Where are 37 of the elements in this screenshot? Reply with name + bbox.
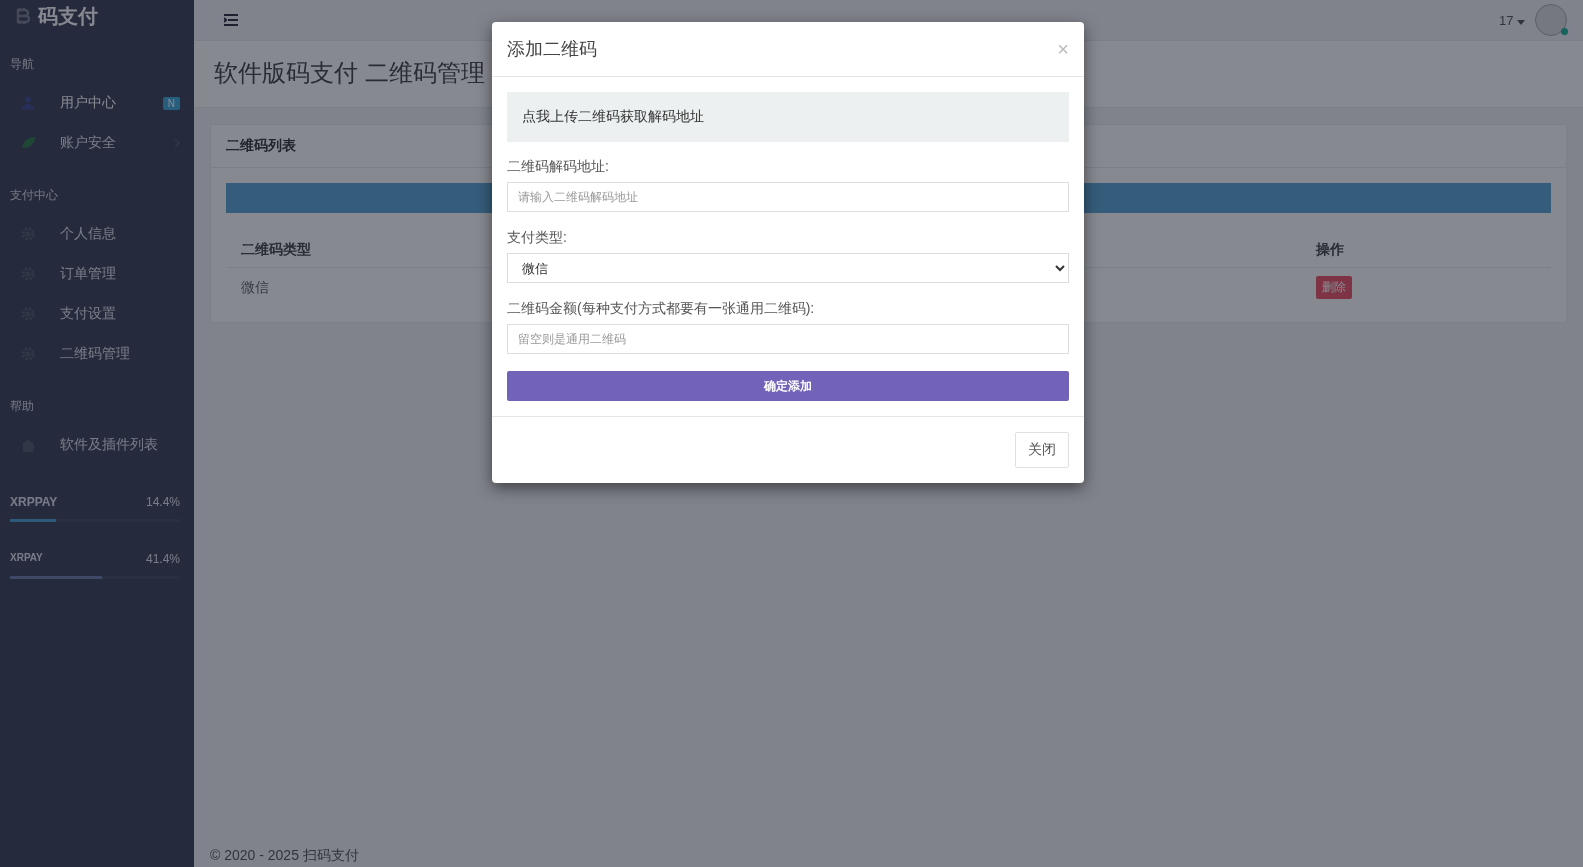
nav-item[interactable]: 用户中心 N (10, 83, 180, 123)
field-label: 二维码金额(每种支付方式都要有一张通用二维码): (507, 300, 816, 318)
menu-icon[interactable] (224, 14, 238, 26)
user-menu[interactable]: 17 (1498, 12, 1525, 28)
nav-item[interactable]: 支付设置 (10, 294, 180, 334)
nav-item[interactable]: 个人信息 (10, 214, 180, 254)
table-cell: 微信 (241, 278, 269, 295)
input-field[interactable]: 留空则是通用二维码 (507, 324, 1069, 354)
bitcoin-icon (16, 7, 30, 25)
leaf-icon (20, 135, 36, 151)
close-button[interactable]: × (1057, 39, 1069, 59)
upload-area[interactable]: 点我上传二维码获取解码地址 (507, 92, 1069, 142)
meter-reading: 41.4% (145, 552, 180, 566)
meter-label: XRPAY (10, 552, 43, 565)
delete-button[interactable]: 删除 (1316, 276, 1352, 299)
input-field[interactable]: 请输入二维码解码地址 (507, 182, 1069, 212)
nav-item[interactable]: 二维码管理 (10, 334, 180, 374)
meter-reading: 14.4% (145, 495, 180, 509)
nav-item[interactable]: 账户安全 (10, 123, 180, 163)
user-icon (20, 95, 36, 111)
logo-text: 码支付 (38, 3, 98, 29)
section-heading: 导航 (10, 56, 34, 73)
page-title: 软件版码支付 二维码管理 (214, 58, 486, 88)
select-field[interactable]: 微信 (507, 253, 1069, 283)
footer-text: © 2020 - 2025 扫码支付 (209, 847, 360, 865)
submit-button[interactable]: 确定添加 (507, 371, 1069, 401)
section-heading: 支付中心 (10, 187, 58, 204)
caret-icon (1517, 19, 1525, 25)
nav-item[interactable]: 软件及插件列表 (10, 425, 180, 465)
column-header: 操作 (1301, 233, 1551, 268)
modal-title: 添加二维码 (507, 38, 597, 61)
close-button[interactable]: 关闭 (1015, 432, 1069, 468)
meter-label: XRPPAY (10, 495, 58, 509)
online-dot (1561, 28, 1568, 35)
section-heading: 帮助 (10, 398, 34, 415)
nav-item[interactable]: 订单管理 (10, 254, 180, 294)
badge: N (162, 96, 180, 110)
